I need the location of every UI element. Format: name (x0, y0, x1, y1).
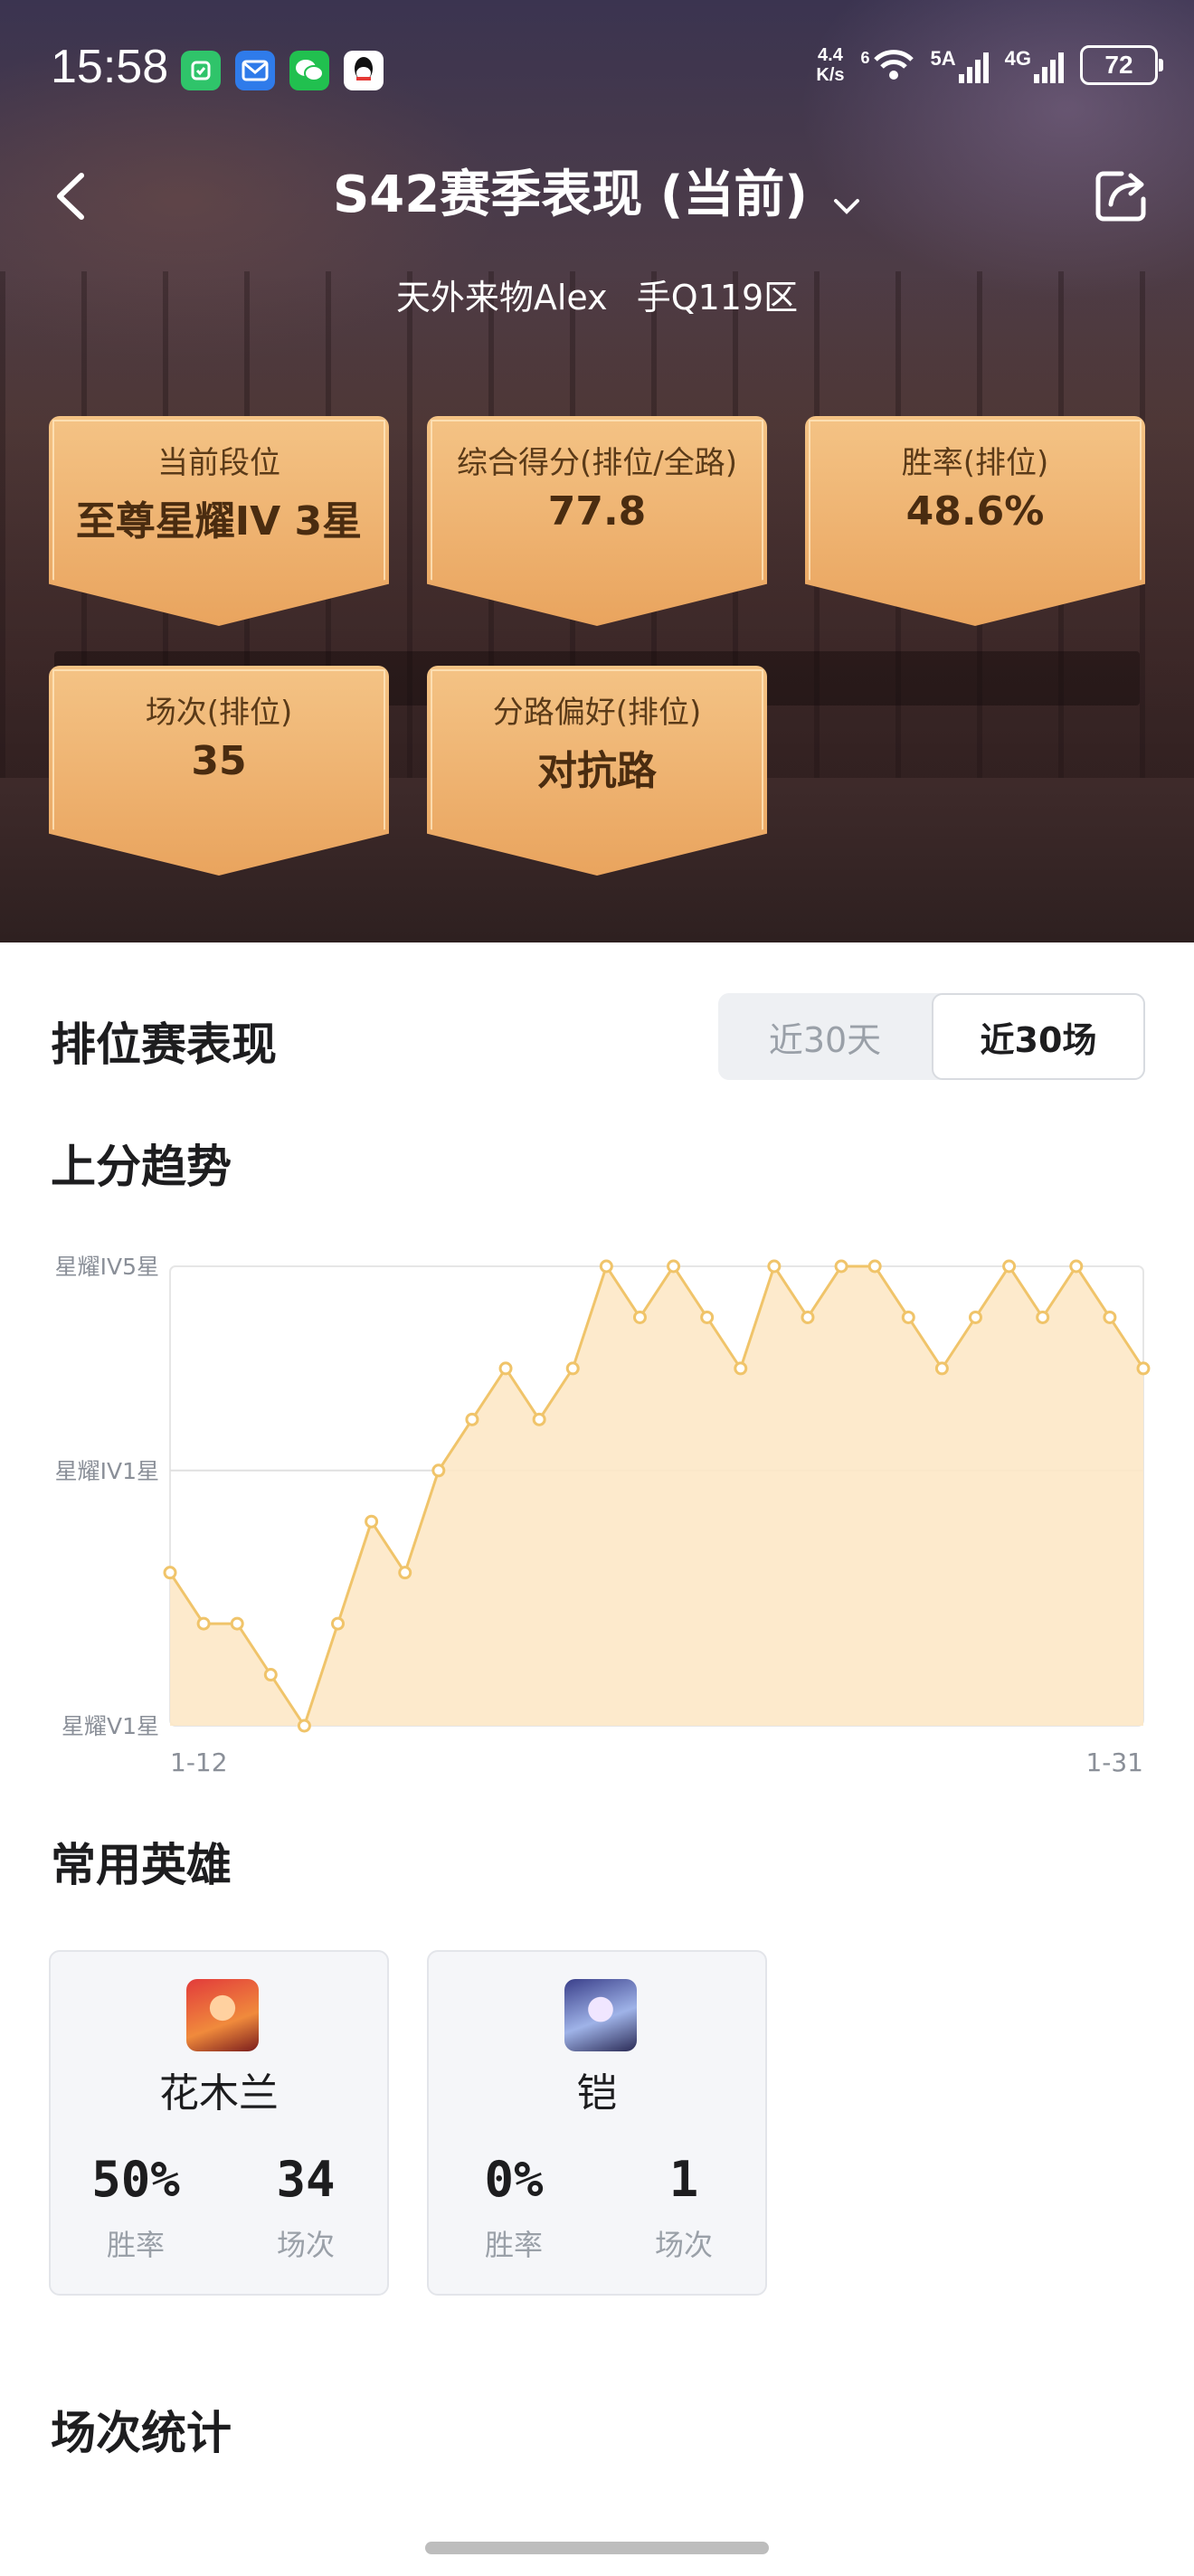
trend-point (431, 1463, 446, 1478)
stat-label: 分路偏好(排位) (492, 695, 702, 731)
signal-sim1-icon: 5A (931, 47, 989, 83)
share-icon (1095, 171, 1146, 222)
trend-point (632, 1310, 647, 1324)
stat-value: 35 (191, 738, 247, 784)
stat-value: 至尊星耀IV 3星 (75, 498, 363, 545)
stat-value: 48.6% (905, 488, 1045, 535)
trend-point (498, 1361, 513, 1376)
tab-last-30-games[interactable]: 近30场 (932, 993, 1145, 1080)
ranked-section-title: 排位赛表现 (51, 1018, 277, 1071)
trend-point (1103, 1310, 1117, 1324)
trend-point (934, 1361, 949, 1376)
mail-icon (235, 51, 275, 90)
period-switch: 近30天 近30场 (718, 993, 1145, 1080)
trend-title: 上分趋势 (51, 1141, 232, 1193)
trend-point (1136, 1361, 1151, 1376)
page-title: S42赛季表现 (当前) (332, 166, 808, 224)
wechat-icon (289, 51, 329, 90)
y-tick-label: 星耀IV5星 (55, 1254, 159, 1280)
trend-point (163, 1566, 177, 1580)
hero-card[interactable]: 铠 0% 胜率 1 场次 (427, 1950, 767, 2296)
trend-point (1069, 1259, 1084, 1274)
player-server: 手Q119区 (636, 278, 799, 317)
hero-winrate: 50% 胜率 (91, 2151, 180, 2262)
trend-point (365, 1514, 379, 1529)
trend-point (1036, 1310, 1050, 1324)
hero-winrate: 0% 胜率 (484, 2151, 544, 2262)
hero-name: 花木兰 (159, 2070, 279, 2117)
trend-point (532, 1412, 546, 1426)
trend-point (1002, 1259, 1017, 1274)
battery-icon: 72 (1080, 45, 1163, 85)
stat-label: 胜率(排位) (901, 445, 1049, 481)
chevron-down-icon (832, 197, 861, 219)
trend-point (196, 1616, 211, 1631)
qq-icon (344, 51, 384, 90)
trend-point (331, 1616, 346, 1631)
y-tick-label: 星耀V1星 (62, 1713, 159, 1739)
stat-card-lane: 分路偏好(排位) 对抗路 (427, 666, 767, 876)
player-name: 天外来物Alex (395, 278, 608, 317)
stat-card-score: 综合得分(排位/全路) 77.8 (427, 416, 767, 626)
trend-point (834, 1259, 848, 1274)
season-selector[interactable]: S42赛季表现 (当前) (0, 154, 1194, 227)
trend-point (599, 1259, 613, 1274)
share-button[interactable] (1091, 165, 1152, 226)
hero-games: 34 场次 (276, 2151, 336, 2262)
hero-name: 铠 (577, 2070, 617, 2117)
y-tick-label: 星耀IV1星 (55, 1458, 159, 1484)
trend-point (801, 1310, 815, 1324)
status-bar: 15:58 4.4 K/s 6 5A 4G 72 (0, 0, 1194, 136)
hero-avatar (564, 1979, 637, 2051)
rank-trend-chart: 星耀V1星 星耀IV1星星耀IV5星 1-12 1-31 (55, 1254, 1151, 1777)
x-end-label: 1-31 (1085, 1747, 1143, 1777)
x-start-label: 1-12 (170, 1747, 228, 1777)
signal-sim2-icon: 4G (1005, 47, 1064, 83)
net-speed: 4.4 K/s (816, 45, 845, 85)
player-info: 天外来物Alex 手Q119区 (0, 270, 1194, 319)
status-time: 15:58 (51, 41, 169, 93)
hero-card[interactable]: 花木兰 50% 胜率 34 场次 (49, 1950, 389, 2296)
heroes-title: 常用英雄 (51, 1839, 232, 1891)
trend-point (767, 1259, 782, 1274)
wifi-icon: 6 (861, 49, 914, 81)
stat-label: 场次(排位) (145, 695, 293, 731)
hero-avatar (186, 1979, 259, 2051)
stat-label: 当前段位 (157, 445, 280, 481)
tab-last-30-days[interactable]: 近30天 (718, 993, 932, 1080)
trend-point (297, 1719, 311, 1733)
trend-point (565, 1361, 580, 1376)
trend-point (263, 1668, 278, 1682)
home-indicator[interactable] (425, 2542, 769, 2554)
trend-point (465, 1412, 479, 1426)
match-stats-title: 场次统计 (51, 2407, 232, 2459)
stat-value: 对抗路 (537, 748, 657, 794)
top-nav: S42赛季表现 (当前) (0, 145, 1194, 244)
trend-point (901, 1310, 915, 1324)
trend-point (968, 1310, 982, 1324)
trend-point (700, 1310, 715, 1324)
trend-point (398, 1566, 412, 1580)
mi-home-icon (181, 51, 221, 90)
hero-games: 1 场次 (654, 2151, 713, 2262)
stat-card-games: 场次(排位) 35 (49, 666, 389, 876)
trend-point (667, 1259, 681, 1274)
stat-label: 综合得分(排位/全路) (457, 445, 737, 481)
stat-value: 77.8 (547, 488, 647, 535)
trend-point (230, 1616, 244, 1631)
trend-point (734, 1361, 748, 1376)
stat-card-winrate: 胜率(排位) 48.6% (805, 416, 1145, 626)
trend-point (867, 1259, 882, 1274)
stat-card-rank: 当前段位 至尊星耀IV 3星 (49, 416, 389, 626)
